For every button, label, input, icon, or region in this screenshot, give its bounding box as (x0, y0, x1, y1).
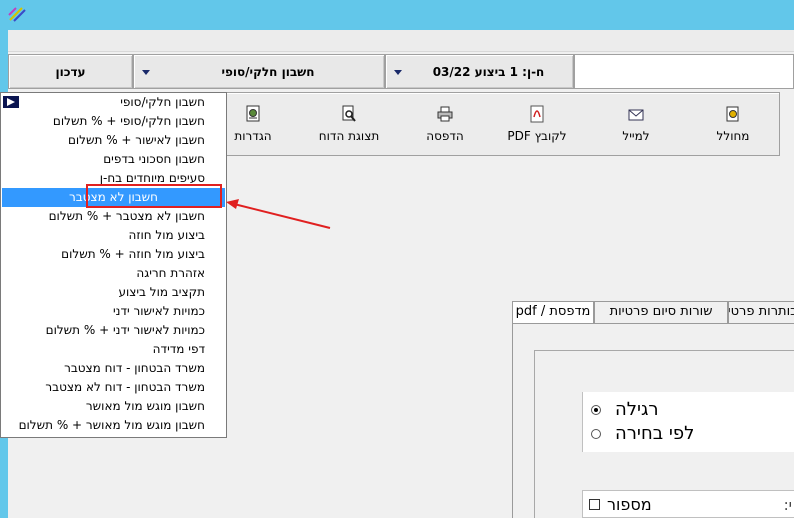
numbering-label: מספור (607, 495, 652, 514)
wizard-button[interactable]: מחולל (693, 105, 773, 143)
header-field (574, 54, 794, 89)
annotation-arrow-icon (226, 199, 331, 229)
settings-document-icon (246, 105, 260, 122)
numbering-box: מספור :י (582, 490, 794, 518)
list-item[interactable]: ביצוע מול חוזה (2, 226, 225, 245)
list-item[interactable]: משרד הבטחון - דוח מצטבר (2, 359, 225, 378)
preview-label: תצוגת הדוח (318, 129, 380, 143)
list-item[interactable]: כמויות לאישור ידני (2, 302, 225, 321)
tab-private-headers[interactable]: כותרות פרטיות (728, 301, 794, 323)
printer-icon (437, 106, 453, 122)
preview-button[interactable]: תצוגת הדוח (309, 105, 389, 143)
report-toolbar: מחולל למייל לקובץ PDF הדפסה תצוגת הדוח ה… (222, 92, 780, 156)
envelope-icon (628, 109, 644, 121)
pdf-file-icon (530, 105, 544, 123)
chevron-down-icon[interactable] (394, 70, 402, 75)
mail-label: למייל (622, 129, 650, 143)
list-item[interactable]: משרד הבטחון - דוח לא מצטבר (2, 378, 225, 397)
list-item[interactable]: ביצוע מול חוזה + % תשלום (2, 245, 225, 264)
pdf-button[interactable]: לקובץ PDF (497, 105, 577, 143)
list-item[interactable]: חשבון חלקי/סופי + % תשלום (2, 112, 225, 131)
print-button[interactable]: הדפסה (405, 105, 485, 143)
radio-button-checked[interactable] (591, 405, 601, 415)
app-logo-icon (8, 7, 26, 22)
top-band (8, 30, 794, 52)
radio-regular-label: רגילה (615, 399, 659, 420)
truncated-label: :י (783, 496, 792, 514)
update-button[interactable]: עדכון (8, 54, 133, 89)
magnifier-document-icon (342, 105, 356, 122)
pdf-label: לקובץ PDF (507, 129, 567, 143)
annotation-highlight-box (86, 184, 222, 208)
update-button-label: עדכון (55, 65, 86, 79)
report-type-value: חשבון חלקי/סופי (221, 65, 315, 79)
list-item[interactable]: חשבון מוגש מול מאושר + % תשלום (2, 416, 225, 435)
radio-by-choice-label: לפי בחירה (615, 423, 695, 444)
list-item[interactable]: אזהרת חריגה (2, 264, 225, 283)
list-item[interactable]: חשבון מוגש מול מאושר (2, 397, 225, 416)
numbering-mode-radio-group: רגילה לפי בחירה (582, 392, 794, 452)
list-item[interactable]: דפי מדידה (2, 340, 225, 359)
radio-button[interactable] (591, 429, 601, 439)
list-item[interactable]: חשבון חלקי/סופי (2, 93, 225, 112)
list-item[interactable]: חשבון חסכוני בדפים (2, 150, 225, 169)
list-item[interactable]: חשבון לאישור + % תשלום (2, 131, 225, 150)
period-value: ח-ן: 1 ביצוע 03/22 (432, 65, 545, 79)
chevron-down-icon[interactable] (142, 70, 150, 75)
tab-printer-pdf[interactable]: מדפסת / pdf (512, 301, 594, 323)
numbering-checkbox[interactable] (589, 499, 600, 510)
report-type-dropdown-list: חשבון חלקי/סופי חשבון חלקי/סופי + % תשלו… (0, 92, 227, 438)
list-item[interactable]: חשבון לא מצטבר + % תשלום (2, 207, 225, 226)
list-item[interactable]: תקציב מול ביצוע (2, 283, 225, 302)
title-bar (0, 0, 794, 30)
options-tabs: מדפסת / pdf שורות סיום פרטיות כותרות פרט… (512, 301, 794, 323)
tab-private-footer-lines[interactable]: שורות סיום פרטיות (594, 301, 728, 323)
period-combo[interactable]: ח-ן: 1 ביצוע 03/22 (385, 54, 574, 89)
print-label: הדפסה (426, 129, 464, 143)
mail-button[interactable]: למייל (596, 105, 676, 143)
list-item[interactable]: כמויות לאישור ידני + % תשלום (2, 321, 225, 340)
wizard-icon (726, 106, 739, 122)
wizard-label: מחולל (716, 129, 750, 143)
report-type-combo[interactable]: חשבון חלקי/סופי (133, 54, 385, 89)
